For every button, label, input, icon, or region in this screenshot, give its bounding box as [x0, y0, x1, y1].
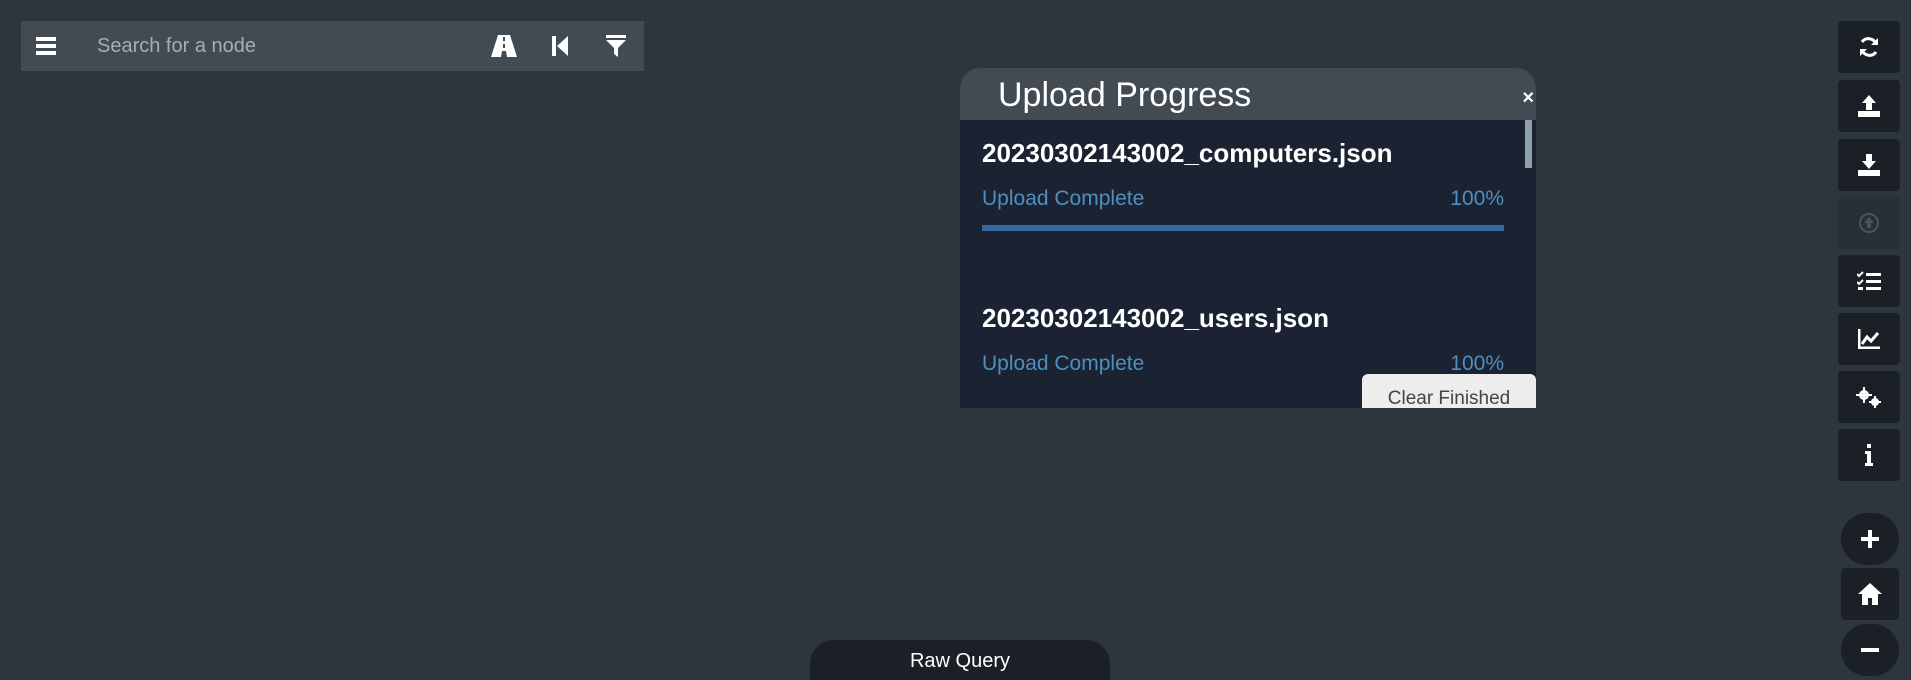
home-icon: [1858, 583, 1882, 605]
plus-icon: [1861, 530, 1879, 548]
about-button[interactable]: [1838, 429, 1900, 481]
search-input[interactable]: [71, 21, 476, 71]
minus-icon: [1861, 648, 1879, 652]
checklist-icon: [1857, 271, 1881, 291]
panel-header: Upload Progress ×: [960, 68, 1536, 120]
close-button[interactable]: ×: [1522, 88, 1534, 108]
file-name: 20230302143002_users.json: [982, 303, 1329, 333]
progress-bar: [982, 225, 1504, 231]
file-name: 20230302143002_computers.json: [982, 138, 1393, 168]
stats-button[interactable]: [1838, 313, 1900, 365]
circle-arrow-up-icon: [1858, 212, 1880, 234]
import-button-disabled[interactable]: [1838, 197, 1900, 249]
back-step-icon: [552, 36, 568, 56]
menu-button[interactable]: [21, 21, 71, 71]
refresh-icon: [1858, 36, 1880, 58]
upload-status: Upload Complete: [982, 352, 1145, 375]
settings-button[interactable]: [1838, 371, 1900, 423]
refresh-button[interactable]: [1838, 21, 1900, 73]
upload-percent: 100%: [1450, 187, 1504, 210]
clear-finished-button[interactable]: Clear Finished: [1362, 374, 1536, 408]
upload-status: Upload Complete: [982, 187, 1145, 210]
reset-view-button[interactable]: [1841, 568, 1899, 620]
zoom-out-button[interactable]: [1841, 624, 1899, 676]
upload-progress-panel: Upload Progress × 20230302143002_compute…: [960, 68, 1536, 408]
panel-title: Upload Progress: [998, 76, 1252, 114]
upload-icon: [1858, 95, 1880, 117]
scrollbar-thumb[interactable]: [1525, 120, 1532, 168]
node-search-bar: [21, 21, 644, 71]
raw-query-toggle[interactable]: Raw Query: [810, 640, 1110, 680]
line-chart-icon: [1858, 329, 1880, 349]
hamburger-menu-icon: [36, 37, 56, 55]
pathfinding-button[interactable]: [476, 21, 532, 71]
upload-button[interactable]: [1838, 80, 1900, 132]
info-icon: [1864, 444, 1874, 466]
download-button[interactable]: [1838, 139, 1900, 191]
upload-item: 20230302143002_users.json Upload Complet…: [982, 303, 1504, 376]
zoom-in-button[interactable]: [1841, 513, 1899, 565]
gears-icon: [1856, 386, 1882, 408]
download-icon: [1858, 154, 1880, 176]
queries-button[interactable]: [1838, 255, 1900, 307]
filter-button[interactable]: [588, 21, 644, 71]
upload-percent: 100%: [1450, 352, 1504, 375]
pathfinding-road-icon: [491, 35, 517, 57]
back-button[interactable]: [532, 21, 588, 71]
filter-icon: [606, 35, 626, 57]
upload-item: 20230302143002_computers.json Upload Com…: [982, 138, 1504, 231]
